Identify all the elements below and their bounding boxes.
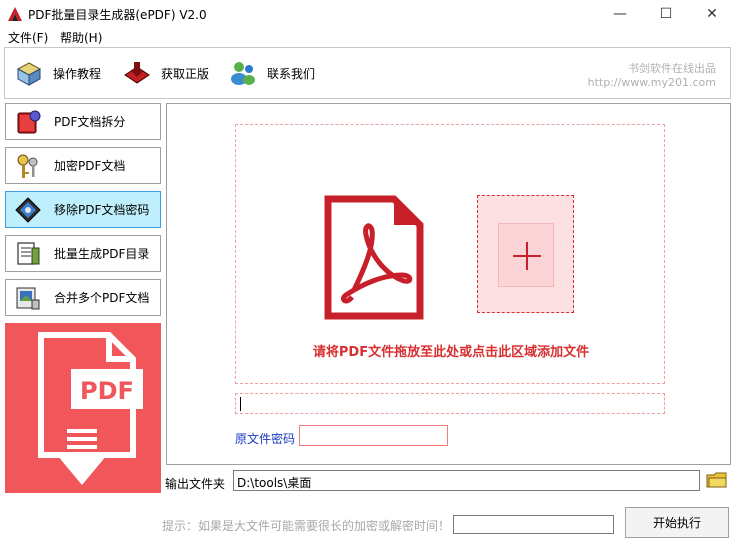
drop-instruction: 请将PDF文件拖放至此处或点击此区域添加文件 (312, 345, 590, 360)
buy-label: 获取正版 (161, 66, 210, 81)
guide-icon (16, 62, 42, 86)
nav-label-encrypt: 加密PDF文档 (54, 159, 126, 173)
contact-icon (231, 62, 255, 85)
catalog-icon (17, 241, 40, 265)
file-dropzone[interactable]: 请将PDF文件拖放至此处或点击此区域添加文件 (235, 124, 665, 384)
menu-help[interactable]: 帮助(H) (60, 29, 102, 46)
minimize-button[interactable]: — (597, 0, 643, 28)
window-title: PDF批量目录生成器(ePDF) V2.0 (28, 8, 207, 22)
nav-label-merge: 合并多个PDF文档 (54, 291, 150, 305)
password-input[interactable] (299, 425, 448, 446)
key-icon (17, 154, 38, 178)
menu-file[interactable]: 文件(F) (8, 29, 48, 46)
contact-label: 联系我们 (267, 66, 316, 81)
promo-panel: PDF (5, 323, 161, 493)
nav-label-split: PDF文档拆分 (54, 115, 126, 129)
promo-badge: PDF (80, 377, 134, 405)
book-split-icon (17, 110, 41, 133)
guide-button[interactable]: 操作教程 (15, 58, 101, 88)
buy-button[interactable]: 获取正版 (123, 58, 209, 88)
license-icon (124, 62, 150, 84)
contact-button[interactable]: 联系我们 (229, 58, 315, 88)
nav-merge-pdf[interactable]: 合并多个PDF文档 (5, 279, 161, 316)
text-caret (240, 397, 241, 411)
title-bar: PDF批量目录生成器(ePDF) V2.0 — ☐ ✕ (0, 0, 735, 28)
file-path-input[interactable] (235, 393, 665, 414)
menu-bar: 文件(F) 帮助(H) (0, 28, 735, 46)
output-folder-input[interactable]: D:\tools\桌面 (233, 470, 700, 491)
nav-generate-catalog[interactable]: 批量生成PDF目录 (5, 235, 161, 272)
add-file-inner (498, 223, 554, 287)
nav-encrypt-pdf[interactable]: 加密PDF文档 (5, 147, 161, 184)
main-panel: 请将PDF文件拖放至此处或点击此区域添加文件 原文件密码 (166, 103, 731, 465)
plus-icon (513, 242, 541, 270)
pdf-download-icon: PDF (38, 332, 143, 485)
close-button[interactable]: ✕ (689, 0, 735, 28)
add-file-box[interactable] (477, 195, 574, 313)
merge-icon (16, 287, 40, 309)
nav-remove-password[interactable]: 移除PDF文档密码 (5, 191, 161, 228)
unlock-icon (15, 196, 41, 223)
folder-icon[interactable] (706, 471, 728, 489)
progress-bar (453, 515, 614, 534)
brand-text: 书剑软件在线出品 http://www.my201.com (588, 62, 716, 90)
toolbar: 操作教程 获取正版 联系我们 书剑软件在线出品 http://www.my201… (4, 47, 731, 99)
nav-label-remove-password: 移除PDF文档密码 (54, 203, 150, 217)
brand-line-1: 书剑软件在线出品 (628, 62, 716, 75)
app-logo-icon (8, 7, 22, 21)
nav-split-pdf[interactable]: PDF文档拆分 (5, 103, 161, 140)
start-button[interactable]: 开始执行 (625, 507, 729, 538)
output-folder-label: 输出文件夹 (165, 477, 226, 491)
brand-line-2: http://www.my201.com (587, 76, 716, 89)
guide-label: 操作教程 (53, 66, 102, 81)
maximize-button[interactable]: ☐ (643, 0, 689, 28)
nav-label-catalog: 批量生成PDF目录 (54, 247, 150, 261)
password-label: 原文件密码 (235, 432, 296, 446)
hint-text: 提示：如果是大文件可能需要很长的加密或解密时间！ (162, 519, 451, 533)
pdf-file-icon (324, 195, 424, 320)
